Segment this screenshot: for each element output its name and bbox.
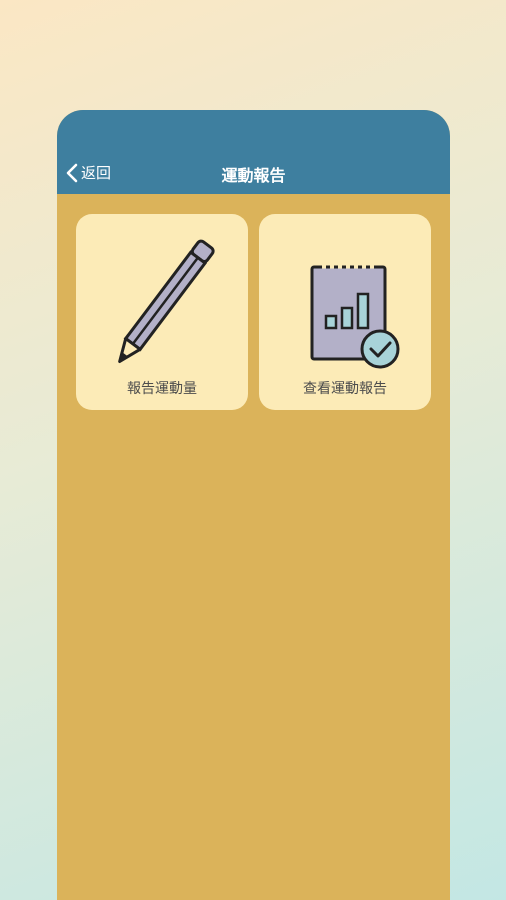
header-bar: 返回 運動報告 bbox=[57, 110, 450, 194]
card-grid: 報告運動量 查看運動報告 bbox=[57, 194, 450, 410]
app-screen: 返回 運動報告 報告運動量 查看運動報告 bbox=[57, 110, 450, 900]
report-chart-check-icon bbox=[310, 265, 400, 369]
report-exercise-label: 報告運動量 bbox=[127, 381, 197, 397]
page-title: 運動報告 bbox=[221, 166, 286, 185]
view-report-label: 查看運動報告 bbox=[303, 381, 387, 397]
pencil-icon bbox=[118, 239, 215, 364]
view-report-card[interactable]: 查看運動報告 bbox=[259, 214, 431, 410]
report-exercise-card[interactable]: 報告運動量 bbox=[76, 214, 248, 410]
